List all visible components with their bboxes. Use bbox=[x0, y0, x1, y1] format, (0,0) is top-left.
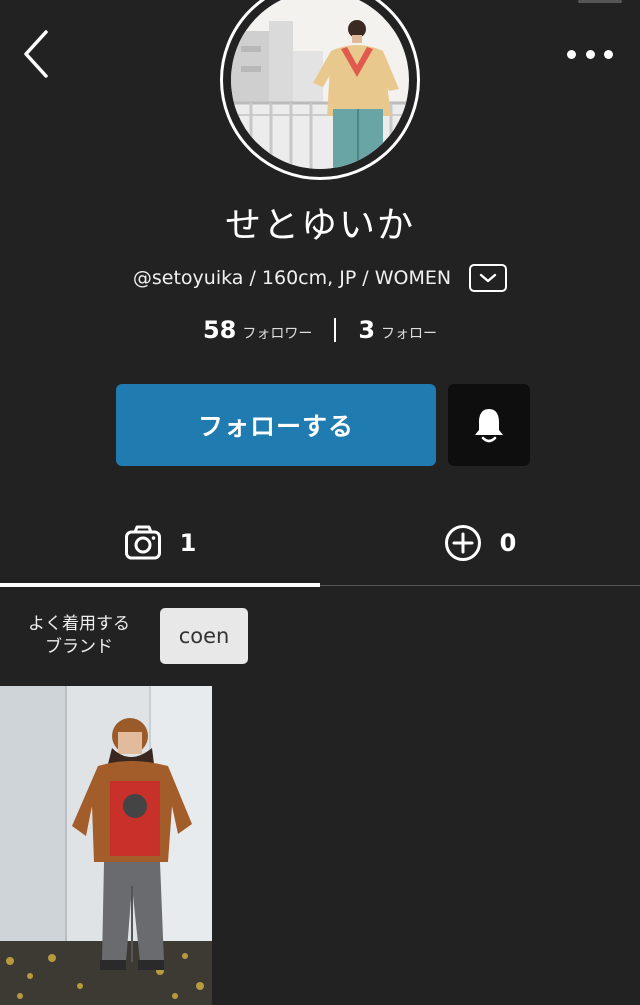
profile-meta-text: @setoyuika / 160cm, JP / WOMEN bbox=[132, 267, 452, 289]
top-indicator bbox=[578, 0, 622, 3]
avatar[interactable] bbox=[220, 0, 420, 180]
tab-posts-count: 1 bbox=[179, 529, 197, 557]
profile-name: せとゆいか bbox=[224, 205, 415, 246]
back-button[interactable] bbox=[18, 28, 62, 80]
following-count[interactable]: 3 bbox=[358, 316, 375, 344]
brand-chip[interactable]: coen bbox=[160, 608, 248, 664]
more-dot bbox=[585, 49, 595, 59]
brands-label: よく着用する ブランド bbox=[0, 613, 158, 659]
more-button[interactable] bbox=[562, 40, 618, 68]
brands-label-line2: ブランド bbox=[45, 637, 113, 657]
expand-profile-button[interactable] bbox=[469, 264, 508, 292]
camera-icon bbox=[124, 525, 161, 560]
notification-button[interactable] bbox=[448, 384, 530, 466]
bell-icon bbox=[475, 409, 503, 443]
profile-meta: @setoyuika / 160cm, JP / WOMEN bbox=[0, 264, 640, 292]
following-label[interactable]: フォロー bbox=[381, 323, 437, 343]
follow-button[interactable]: フォローする bbox=[116, 384, 436, 466]
brands-label-line1: よく着用する bbox=[28, 614, 130, 634]
tab-posts[interactable]: 1 bbox=[0, 500, 320, 587]
frequent-brands: よく着用する ブランド coen bbox=[0, 608, 640, 664]
content-tabs: 1 0 bbox=[0, 500, 640, 587]
post-thumbnail[interactable] bbox=[0, 686, 212, 1005]
followers-count[interactable]: 58 bbox=[203, 316, 236, 344]
tab-add-count: 0 bbox=[499, 529, 517, 557]
avatar-photo bbox=[231, 0, 409, 169]
stats-divider bbox=[334, 318, 337, 342]
plus-circle-icon bbox=[444, 525, 481, 561]
follow-stats: 58 フォロワー 3 フォロー bbox=[0, 316, 640, 344]
post-photo bbox=[0, 686, 212, 1005]
chevron-down-icon bbox=[479, 273, 497, 283]
more-dot bbox=[567, 49, 576, 59]
tab-add[interactable]: 0 bbox=[320, 500, 640, 586]
chevron-left-icon bbox=[24, 30, 48, 78]
more-dot bbox=[604, 49, 613, 59]
followers-label[interactable]: フォロワー bbox=[242, 323, 312, 343]
